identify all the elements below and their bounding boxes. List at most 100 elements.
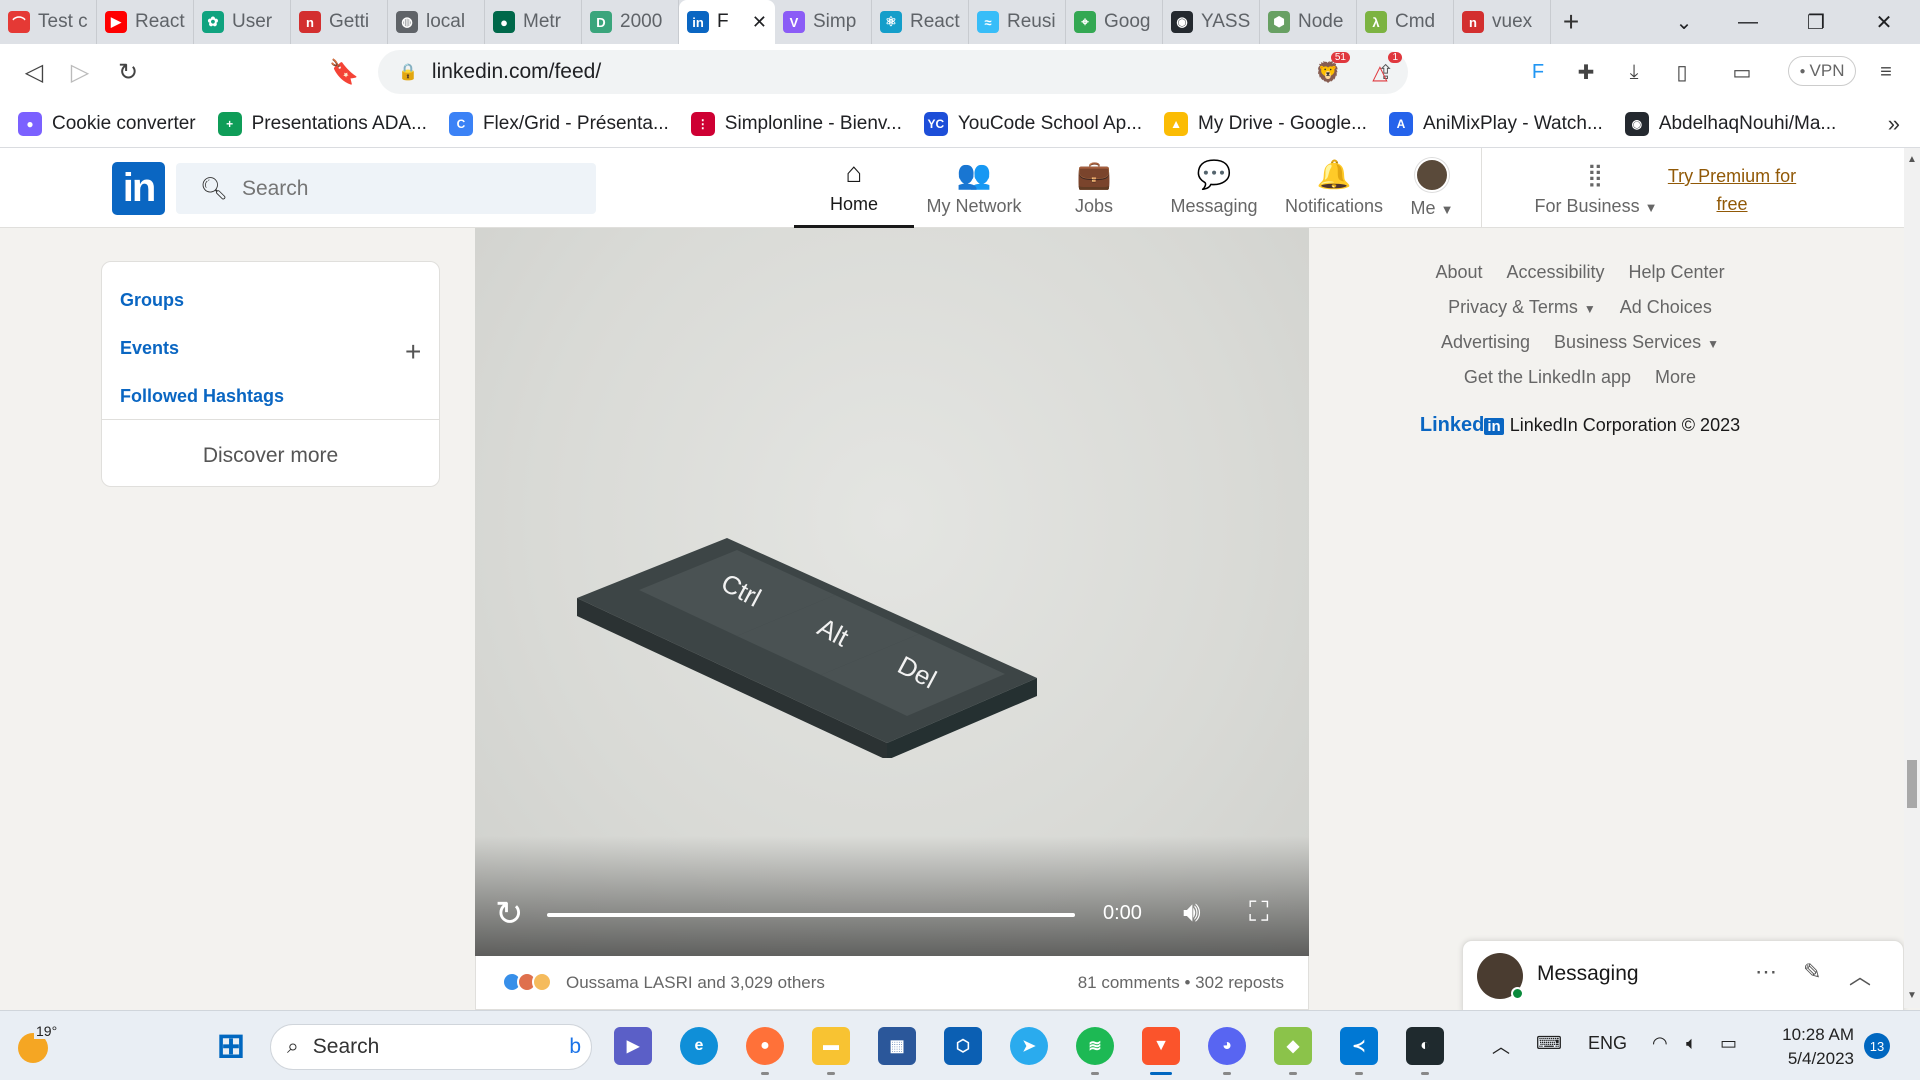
volume-icon[interactable]: 🔈︎	[1686, 1033, 1697, 1054]
back-icon[interactable]: ◁	[10, 50, 58, 94]
followed-hashtags-link[interactable]: Followed Hashtags	[120, 386, 284, 407]
browser-tab[interactable]: n Getti	[291, 0, 388, 44]
more-options-icon[interactable]: ⋯	[1755, 959, 1777, 985]
browser-tab[interactable]: ✿ User	[194, 0, 291, 44]
messaging-title[interactable]: Messaging	[1537, 962, 1639, 986]
vscode-icon[interactable]: ≺	[1340, 1027, 1378, 1075]
browser-tab[interactable]: ⌒ Test c	[0, 0, 97, 44]
bookmark-item[interactable]: ⋮ Simplonline - Bienv...	[690, 111, 902, 136]
firefox-icon[interactable]: ●	[746, 1027, 784, 1075]
bookmark-item[interactable]: YC YouCode School Ap...	[923, 111, 1142, 136]
compose-icon[interactable]: ✎	[1803, 959, 1821, 985]
download-icon[interactable]: ⤓	[1616, 54, 1652, 90]
bookmark-item[interactable]: ◉ AbdelhaqNouhi/Ma...	[1624, 111, 1836, 136]
new-tab-icon[interactable]: +	[1551, 6, 1591, 38]
nav-notifications[interactable]: 🔔 Notifications	[1274, 148, 1394, 228]
footer-more[interactable]: More	[1655, 367, 1696, 388]
bookmark-item[interactable]: C Flex/Grid - Présenta...	[448, 111, 669, 136]
language-indicator[interactable]: ENG	[1588, 1033, 1627, 1054]
telegram-icon[interactable]: ➤	[1010, 1027, 1048, 1065]
linkedin-search-input[interactable]	[241, 176, 562, 201]
reactions-summary[interactable]: Oussama LASRI and 3,029 others	[566, 973, 825, 993]
bookmark-icon[interactable]: 🔖	[320, 50, 368, 94]
start-icon[interactable]: ⊞	[212, 1027, 250, 1065]
close-tab-icon[interactable]: ✕	[752, 12, 767, 33]
restore-icon[interactable]: ❐	[1788, 0, 1844, 44]
try-premium-link[interactable]: Try Premium for free	[1648, 162, 1816, 218]
bookmarks-overflow-icon[interactable]: »	[1888, 111, 1900, 137]
minimize-icon[interactable]: —	[1720, 0, 1776, 44]
spotify-icon[interactable]: ≋	[1076, 1027, 1114, 1075]
chevron-up-icon[interactable]: ︿	[1849, 959, 1871, 991]
browser-tab[interactable]: D 2000	[582, 0, 679, 44]
menu-icon[interactable]: ≡	[1868, 54, 1904, 90]
nav-me[interactable]: Me ▼	[1392, 148, 1472, 228]
comments-reposts-count[interactable]: 81 comments • 302 reposts	[1078, 973, 1284, 993]
footer-get-app[interactable]: Get the LinkedIn app	[1464, 367, 1631, 388]
nav-my-network[interactable]: 👥 My Network	[914, 148, 1034, 228]
bookmark-item[interactable]: ▲ My Drive - Google...	[1164, 111, 1367, 136]
page-scrollbar[interactable]: ▲ ▼	[1904, 148, 1920, 1008]
battery-icon[interactable]: ▭	[1720, 1033, 1737, 1054]
browser-tab[interactable]: in F ✕	[679, 0, 775, 44]
footer-privacy-terms[interactable]: Privacy & Terms ▼	[1448, 297, 1596, 318]
app-terminal-icon[interactable]: ◐	[1406, 1027, 1444, 1075]
browser-tab[interactable]: λ Cmd	[1357, 0, 1454, 44]
brave-rewards-icon[interactable]: △ 1	[1362, 52, 1402, 90]
add-event-icon[interactable]: +	[405, 336, 421, 368]
reload-icon[interactable]: ↻	[104, 50, 152, 94]
wallet-icon[interactable]: ▭	[1724, 54, 1760, 90]
browser-tab[interactable]: ⚛ React	[872, 0, 969, 44]
post-video-player[interactable]: Ctrl Alt Del ↻ 0:00 🔊︎ ⛶	[475, 228, 1309, 956]
tab-search-icon[interactable]: ⌄	[1656, 0, 1712, 44]
scrollbar-thumb[interactable]	[1907, 760, 1917, 808]
app-diamond-icon[interactable]: ◆	[1274, 1027, 1312, 1075]
bookmark-item[interactable]: ● Cookie converter	[18, 111, 196, 136]
footer-advertising[interactable]: Advertising	[1441, 332, 1530, 353]
store-icon[interactable]: ▦	[878, 1027, 916, 1065]
file-explorer-icon[interactable]: ▬	[812, 1027, 850, 1075]
bookmark-item[interactable]: A AniMixPlay - Watch...	[1388, 111, 1603, 136]
discover-more-button[interactable]: Discover more	[102, 444, 439, 468]
nav-jobs[interactable]: 💼 Jobs	[1034, 148, 1154, 228]
browser-tab[interactable]: ⬢ Node	[1260, 0, 1357, 44]
footer-help-center[interactable]: Help Center	[1629, 262, 1725, 283]
browser-tab[interactable]: ◉ YASS	[1163, 0, 1260, 44]
forward-icon[interactable]: ▷	[56, 50, 104, 94]
scroll-down-icon[interactable]: ▼	[1907, 990, 1917, 1001]
browser-tab[interactable]: ≈ Reusi	[969, 0, 1066, 44]
browser-tab[interactable]: V Simp	[775, 0, 872, 44]
bookmark-item[interactable]: + Presentations ADA...	[217, 111, 427, 136]
extension-f-icon[interactable]: F	[1520, 54, 1556, 90]
weather-widget[interactable]: 19°	[16, 1023, 60, 1063]
browser-tab[interactable]: ◍ local	[388, 0, 485, 44]
volume-icon[interactable]: 🔊︎	[1183, 896, 1201, 929]
footer-accessibility[interactable]: Accessibility	[1506, 262, 1604, 283]
video-progress-bar[interactable]	[547, 913, 1075, 917]
footer-about[interactable]: About	[1435, 262, 1482, 283]
linkedin-logo[interactable]: in	[112, 162, 165, 215]
scroll-up-icon[interactable]: ▲	[1907, 154, 1917, 165]
events-link[interactable]: Events	[120, 338, 179, 359]
brave-icon[interactable]: ▼	[1142, 1027, 1180, 1075]
nav-for-business[interactable]: ⣿ For Business ▼	[1524, 148, 1668, 228]
taskbar-clock[interactable]: 10:28 AM 5/4/2023	[1766, 1023, 1854, 1071]
app-cube-icon[interactable]: ⬡	[944, 1027, 982, 1065]
reaction-icons[interactable]	[502, 972, 552, 992]
edge-icon[interactable]: e	[680, 1027, 718, 1065]
notification-center-badge[interactable]: 13	[1864, 1033, 1890, 1059]
footer-ad-choices[interactable]: Ad Choices	[1620, 297, 1712, 318]
sidebar-icon[interactable]: ▯	[1664, 54, 1700, 90]
replay-icon[interactable]: ↻	[495, 894, 524, 934]
browser-tab[interactable]: ▶ React	[97, 0, 194, 44]
nav-messaging[interactable]: 💬 Messaging	[1154, 148, 1274, 228]
footer-business-services[interactable]: Business Services ▼	[1554, 332, 1719, 353]
keyboard-icon[interactable]: ⌨	[1536, 1033, 1562, 1054]
brave-shields-icon[interactable]: 🦁 51	[1310, 52, 1350, 90]
fullscreen-icon[interactable]: ⛶	[1249, 896, 1269, 929]
close-window-icon[interactable]: ✕	[1856, 0, 1912, 44]
browser-tab[interactable]: n vuex	[1454, 0, 1551, 44]
extensions-puzzle-icon[interactable]: ✚	[1568, 54, 1604, 90]
messaging-overlay[interactable]: Messaging ⋯ ✎ ︿	[1462, 940, 1904, 1012]
wifi-icon[interactable]: ◠	[1652, 1033, 1668, 1054]
